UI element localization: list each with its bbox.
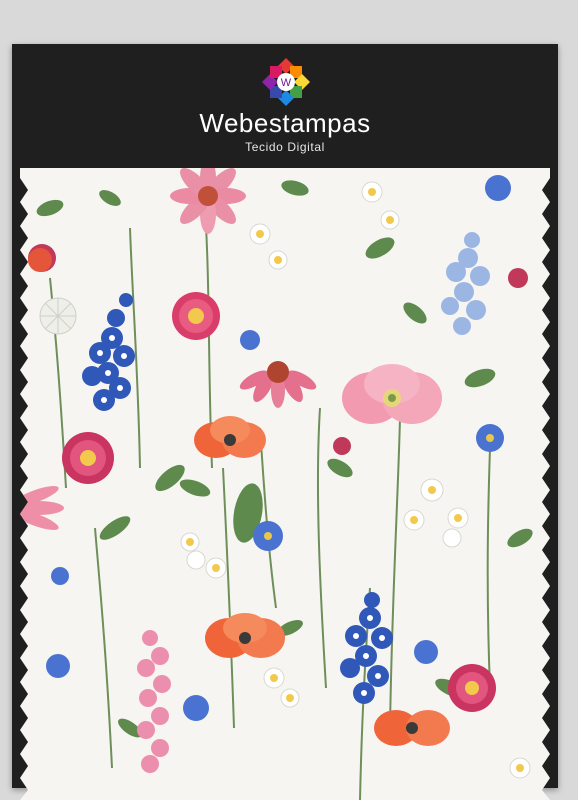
brand-tagline: Tecido Digital [245, 140, 325, 154]
svg-text:W: W [281, 77, 292, 89]
flower-logo-icon: W [262, 58, 310, 106]
floral-fabric-swatch [20, 168, 550, 800]
brand-header: W Webestampas Tecido Digital [12, 44, 558, 168]
brand-name: Webestampas [199, 108, 371, 138]
